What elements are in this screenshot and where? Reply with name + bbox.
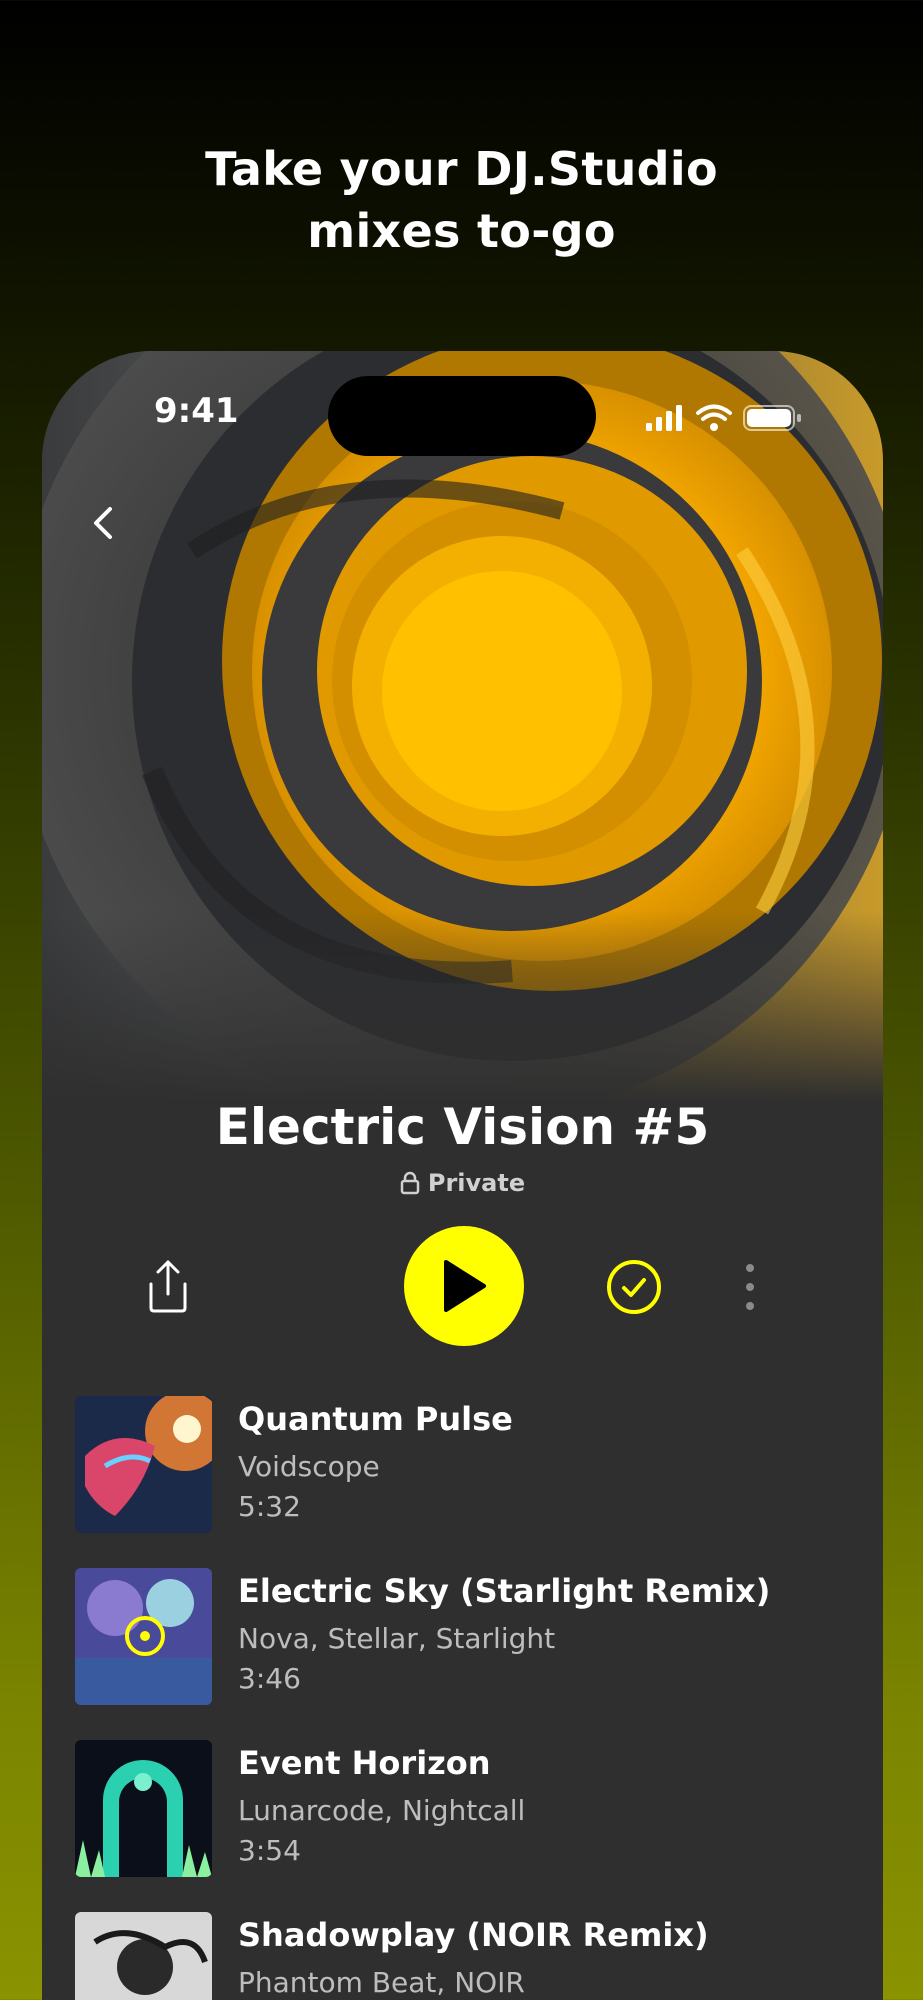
cover-fade — [42, 911, 883, 1101]
track-artists: Lunarcode, Nightcall — [238, 1794, 526, 1827]
playback-controls — [42, 1225, 883, 1347]
mix-header: Electric Vision #5 Private — [42, 1095, 883, 1197]
track-artwork — [75, 1396, 212, 1533]
more-icon[interactable] — [742, 1262, 758, 1312]
status-icons — [646, 404, 801, 431]
share-icon[interactable] — [143, 1258, 193, 1314]
track-list: Quantum Pulse Voidscope 5:32 Electric Sk… — [75, 1396, 865, 2000]
signal-icon — [646, 405, 682, 431]
privacy-status: Private — [42, 1169, 883, 1197]
play-icon — [444, 1260, 486, 1312]
promo-headline-line-2: mixes to-go — [307, 204, 616, 258]
track-title: Event Horizon — [238, 1744, 491, 1782]
track-row[interactable]: Shadowplay (NOIR Remix) Phantom Beat, NO… — [75, 1912, 865, 2000]
battery-icon — [743, 405, 801, 431]
track-title: Quantum Pulse — [238, 1400, 513, 1438]
track-artwork — [75, 1740, 212, 1877]
track-duration: 5:32 — [238, 1490, 301, 1523]
privacy-label: Private — [427, 1169, 526, 1197]
track-artists: Nova, Stellar, Starlight — [238, 1622, 556, 1655]
back-chevron-icon[interactable] — [82, 501, 126, 545]
track-title: Shadowplay (NOIR Remix) — [238, 1916, 709, 1954]
wifi-icon — [696, 404, 732, 431]
track-row[interactable]: Electric Sky (Starlight Remix) Nova, Ste… — [75, 1568, 865, 1740]
dynamic-island — [328, 376, 596, 456]
play-button[interactable] — [404, 1226, 524, 1346]
track-title: Electric Sky (Starlight Remix) — [238, 1572, 771, 1610]
track-duration: 3:54 — [238, 1834, 301, 1867]
mix-title: Electric Vision #5 — [215, 1098, 710, 1156]
lock-icon — [400, 1171, 420, 1195]
track-duration: 3:46 — [238, 1662, 301, 1695]
status-time: 9:41 — [154, 391, 239, 431]
saved-check-icon[interactable] — [605, 1258, 663, 1316]
promo-headline-line-1: Take your DJ.Studio — [205, 142, 718, 196]
phone-screen: 9:41 Electric Vision #5 Private Quantum … — [42, 351, 883, 2000]
track-artwork — [75, 1568, 212, 1705]
track-artwork — [75, 1912, 212, 2000]
track-row[interactable]: Quantum Pulse Voidscope 5:32 — [75, 1396, 865, 1568]
track-artists: Phantom Beat, NOIR — [238, 1966, 525, 1999]
promo-headline: Take your DJ.Studio mixes to-go — [0, 138, 923, 262]
mix-cover-art: 9:41 — [42, 351, 883, 1101]
track-artists: Voidscope — [238, 1450, 380, 1483]
track-row[interactable]: Event Horizon Lunarcode, Nightcall 3:54 — [75, 1740, 865, 1912]
